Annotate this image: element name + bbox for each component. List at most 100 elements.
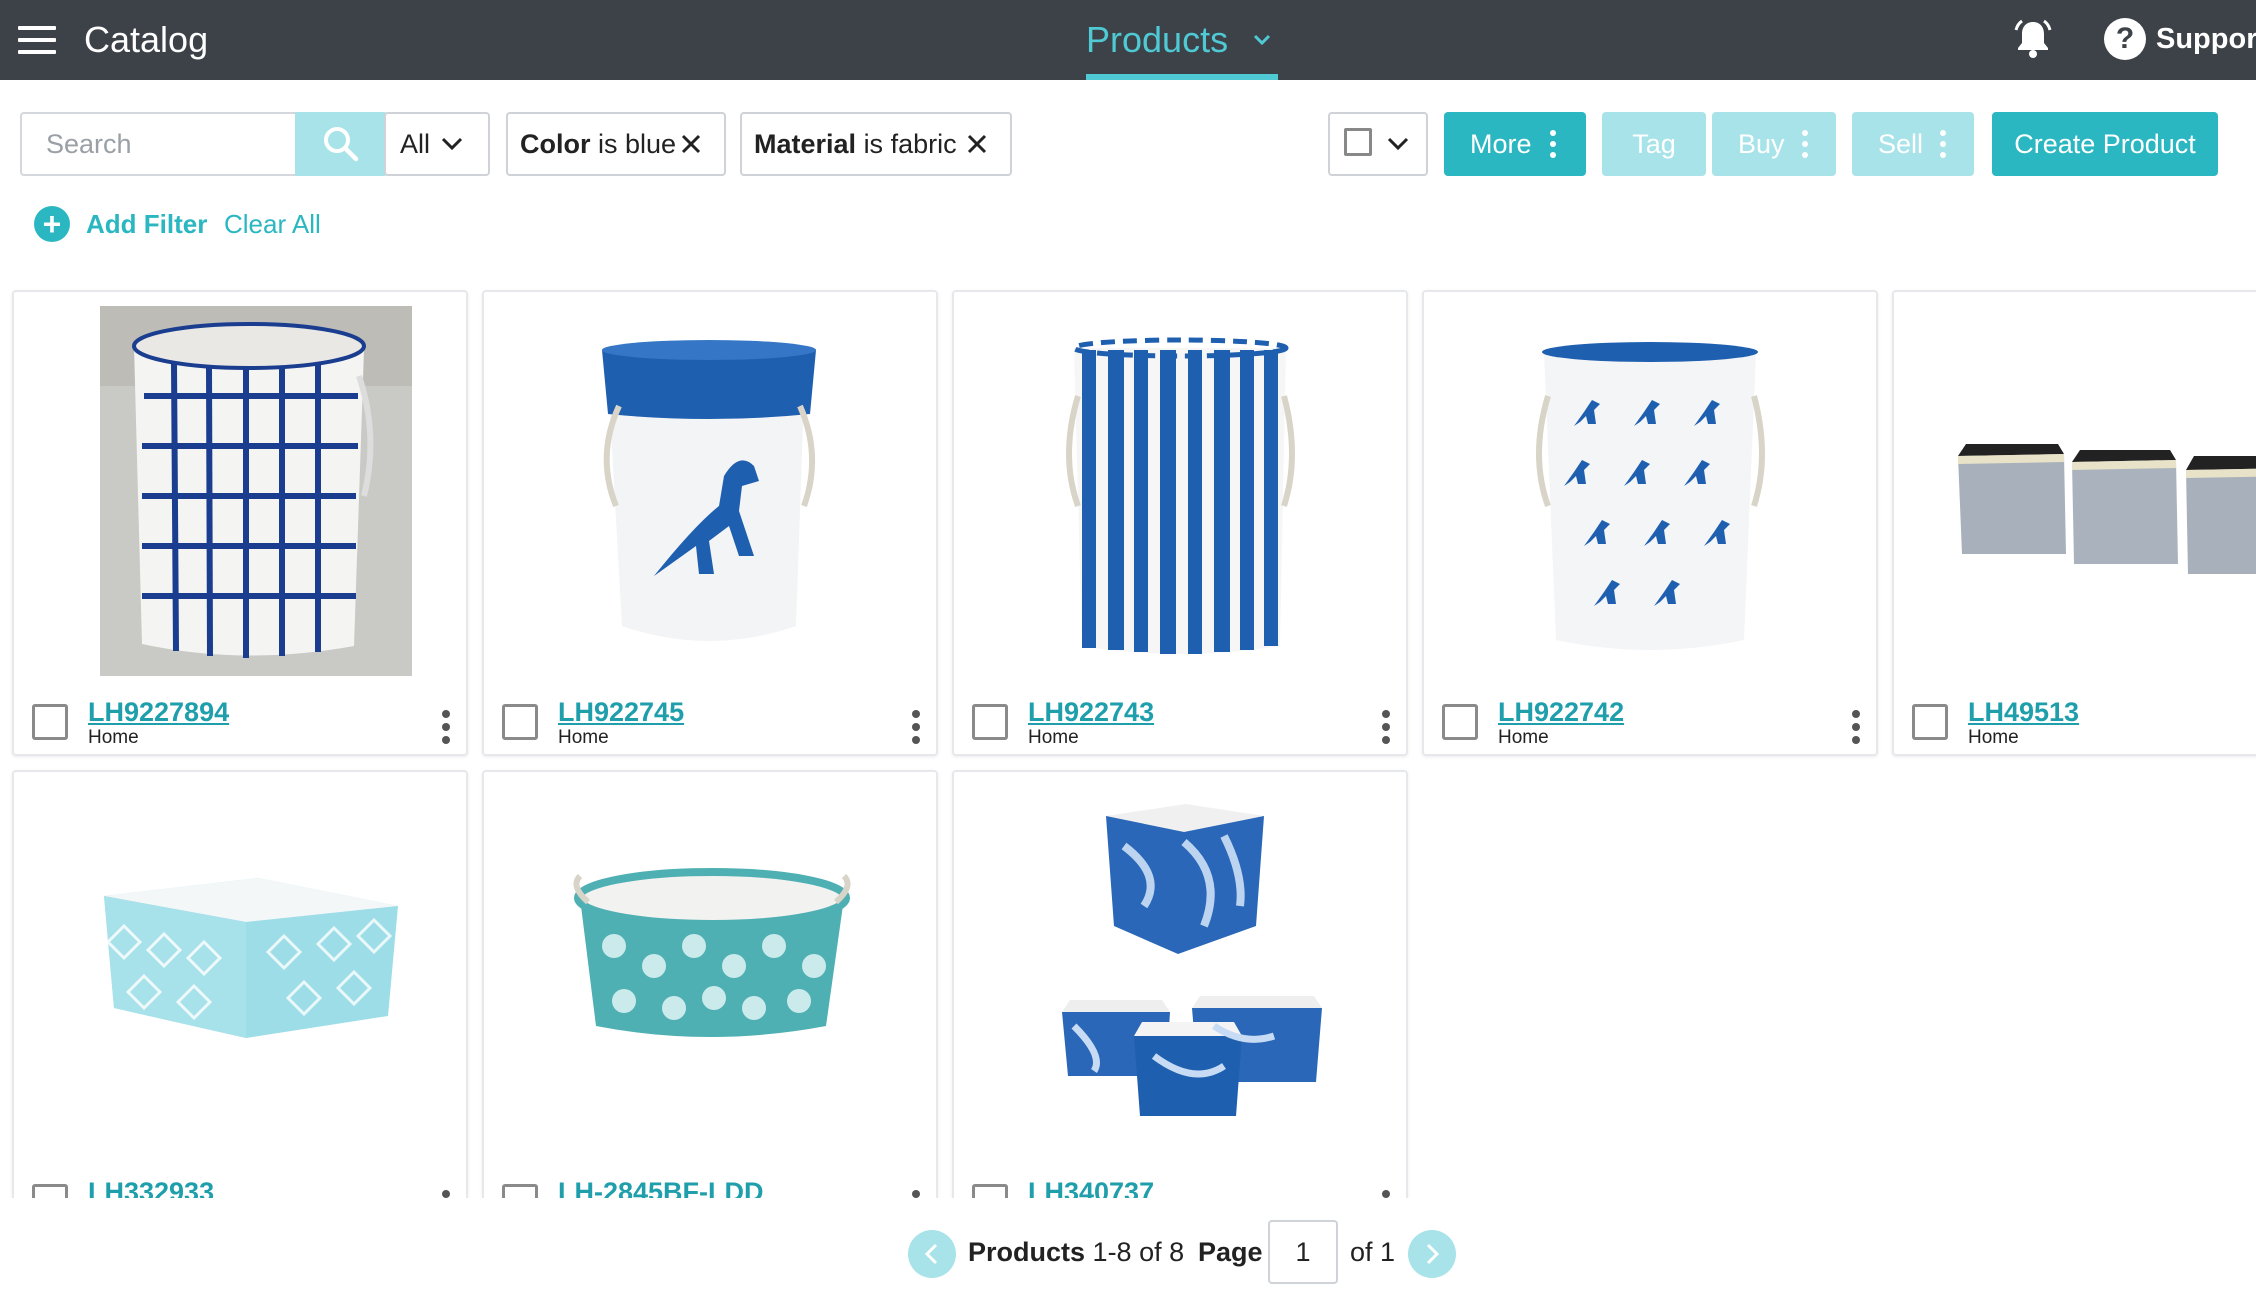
- sell-label: Sell: [1878, 129, 1924, 159]
- result-count: Products 1-8 of 8: [968, 1234, 1184, 1270]
- previous-page-button[interactable]: [908, 1230, 956, 1278]
- select-all-checkbox[interactable]: [1344, 128, 1372, 156]
- product-sku-link[interactable]: LH332933: [88, 1176, 214, 1198]
- product-checkbox[interactable]: [502, 1184, 538, 1198]
- product-checkbox[interactable]: [1442, 704, 1478, 740]
- close-icon[interactable]: [680, 133, 702, 155]
- scope-select[interactable]: All: [384, 112, 490, 176]
- product-sku-link[interactable]: LH922745: [558, 696, 684, 728]
- product-category: Home: [558, 727, 609, 748]
- buy-button[interactable]: Buy: [1712, 112, 1836, 176]
- product-image-teal-damask-basket[interactable]: [504, 786, 916, 1156]
- buy-label: Buy: [1738, 129, 1785, 159]
- chevron-down-icon: [1253, 34, 1271, 46]
- kebab-menu-icon[interactable]: [442, 1190, 450, 1198]
- support-label: Support: [2156, 23, 2256, 55]
- app-title: Catalog: [84, 19, 209, 60]
- kebab-icon: [1802, 130, 1808, 163]
- more-button[interactable]: More: [1444, 112, 1586, 176]
- product-image-light-blue-basket[interactable]: [34, 786, 446, 1156]
- product-image-striped-hamper[interactable]: [974, 306, 1386, 676]
- result-range: 1-8 of 8: [1092, 1237, 1185, 1267]
- product-checkbox[interactable]: [32, 1184, 68, 1198]
- search-bar: [20, 112, 388, 176]
- pagination: Products 1-8 of 8 Page of 1: [0, 1220, 2256, 1286]
- product-image-marble-basket-set[interactable]: [974, 786, 1386, 1156]
- clear-all-link[interactable]: Clear All: [224, 208, 321, 240]
- product-card[interactable]: LH922745 Home: [482, 290, 938, 756]
- filter-op: is: [598, 129, 618, 159]
- tag-button[interactable]: Tag: [1602, 112, 1706, 176]
- product-card[interactable]: LH332933: [12, 770, 468, 1198]
- filter-value: blue: [625, 129, 677, 159]
- kebab-icon: [1550, 130, 1556, 163]
- product-sku-link[interactable]: LH-2845BF-LDD: [558, 1176, 764, 1198]
- product-card[interactable]: LH340737: [952, 770, 1408, 1198]
- product-sku-link[interactable]: LH9227894: [88, 696, 229, 728]
- filter-op: is: [863, 129, 884, 159]
- help-question-icon: ?: [2104, 18, 2146, 60]
- filter-chip-color: Color is blue: [506, 112, 726, 176]
- product-image-dinosaur-pattern-hamper[interactable]: [1444, 306, 1856, 676]
- product-card[interactable]: LH922743 Home: [952, 290, 1408, 756]
- product-checkbox[interactable]: [1912, 704, 1948, 740]
- product-sku-link[interactable]: LH922742: [1498, 696, 1624, 728]
- product-card[interactable]: LH9227894 Home: [12, 290, 468, 756]
- filter-value: fabric: [890, 129, 957, 159]
- product-image-grey-storage-bins[interactable]: [1914, 306, 2256, 676]
- filter-field: Color: [520, 129, 591, 159]
- kebab-menu-icon[interactable]: [1382, 710, 1390, 749]
- kebab-menu-icon[interactable]: [442, 710, 450, 749]
- product-category: Home: [1968, 727, 2019, 748]
- products-nav-dropdown[interactable]: Products: [1086, 0, 1278, 80]
- sell-button[interactable]: Sell: [1852, 112, 1974, 176]
- search-input[interactable]: [20, 112, 320, 176]
- product-checkbox[interactable]: [32, 704, 68, 740]
- plus-circle-icon: +: [34, 206, 70, 242]
- more-label: More: [1470, 129, 1532, 159]
- product-grid: LH9227894 Home LH922745 Home LH922743 Ho…: [0, 286, 2256, 1198]
- add-filter-label: Add Filter: [86, 209, 208, 239]
- product-category: Home: [1498, 727, 1549, 748]
- product-card[interactable]: LH49513 Home: [1892, 290, 2256, 756]
- product-checkbox[interactable]: [972, 1184, 1008, 1198]
- page-label: Page: [1198, 1237, 1263, 1267]
- product-category: Home: [88, 727, 139, 748]
- chevron-right-icon: [1426, 1243, 1440, 1265]
- scope-value: All: [400, 129, 431, 159]
- kebab-icon: [1940, 130, 1946, 163]
- filter-chip-material: Material is fabric: [740, 112, 1012, 176]
- kebab-menu-icon[interactable]: [912, 1190, 920, 1198]
- kebab-menu-icon[interactable]: [1852, 710, 1860, 749]
- page-total: of 1: [1350, 1237, 1396, 1267]
- product-card[interactable]: LH922742 Home: [1422, 290, 1878, 756]
- product-category: Home: [1028, 727, 1079, 748]
- product-sku-link[interactable]: LH49513: [1968, 696, 2079, 728]
- product-sku-link[interactable]: LH340737: [1028, 1176, 1154, 1198]
- chevron-down-icon: [441, 137, 463, 151]
- hamburger-icon[interactable]: [18, 26, 56, 54]
- search-button[interactable]: [295, 112, 388, 176]
- bulk-select-dropdown[interactable]: [1328, 112, 1428, 176]
- product-checkbox[interactable]: [972, 704, 1008, 740]
- next-page-button[interactable]: [1408, 1230, 1456, 1278]
- chevron-left-icon: [924, 1243, 938, 1265]
- notification-bell-icon[interactable]: [2010, 16, 2056, 62]
- search-icon: [324, 127, 359, 162]
- close-icon[interactable]: [966, 133, 988, 155]
- top-bar: Catalog Products ? Support: [0, 0, 2256, 80]
- product-card[interactable]: LH-2845BF-LDD: [482, 770, 938, 1198]
- kebab-menu-icon[interactable]: [1382, 1190, 1390, 1198]
- product-sku-link[interactable]: LH922743: [1028, 696, 1154, 728]
- nav-title: Products: [1086, 19, 1229, 60]
- result-label: Products: [968, 1237, 1086, 1267]
- product-image-blue-grid-hamper[interactable]: [34, 306, 446, 676]
- product-checkbox[interactable]: [502, 704, 538, 740]
- page-number-input[interactable]: [1268, 1220, 1338, 1284]
- chevron-down-icon: [1387, 137, 1409, 151]
- kebab-menu-icon[interactable]: [912, 710, 920, 749]
- create-product-button[interactable]: Create Product: [1992, 112, 2218, 176]
- nav-active-underline: [1086, 74, 1278, 80]
- filter-field: Material: [754, 129, 857, 159]
- product-image-dinosaur-hamper[interactable]: [504, 306, 916, 676]
